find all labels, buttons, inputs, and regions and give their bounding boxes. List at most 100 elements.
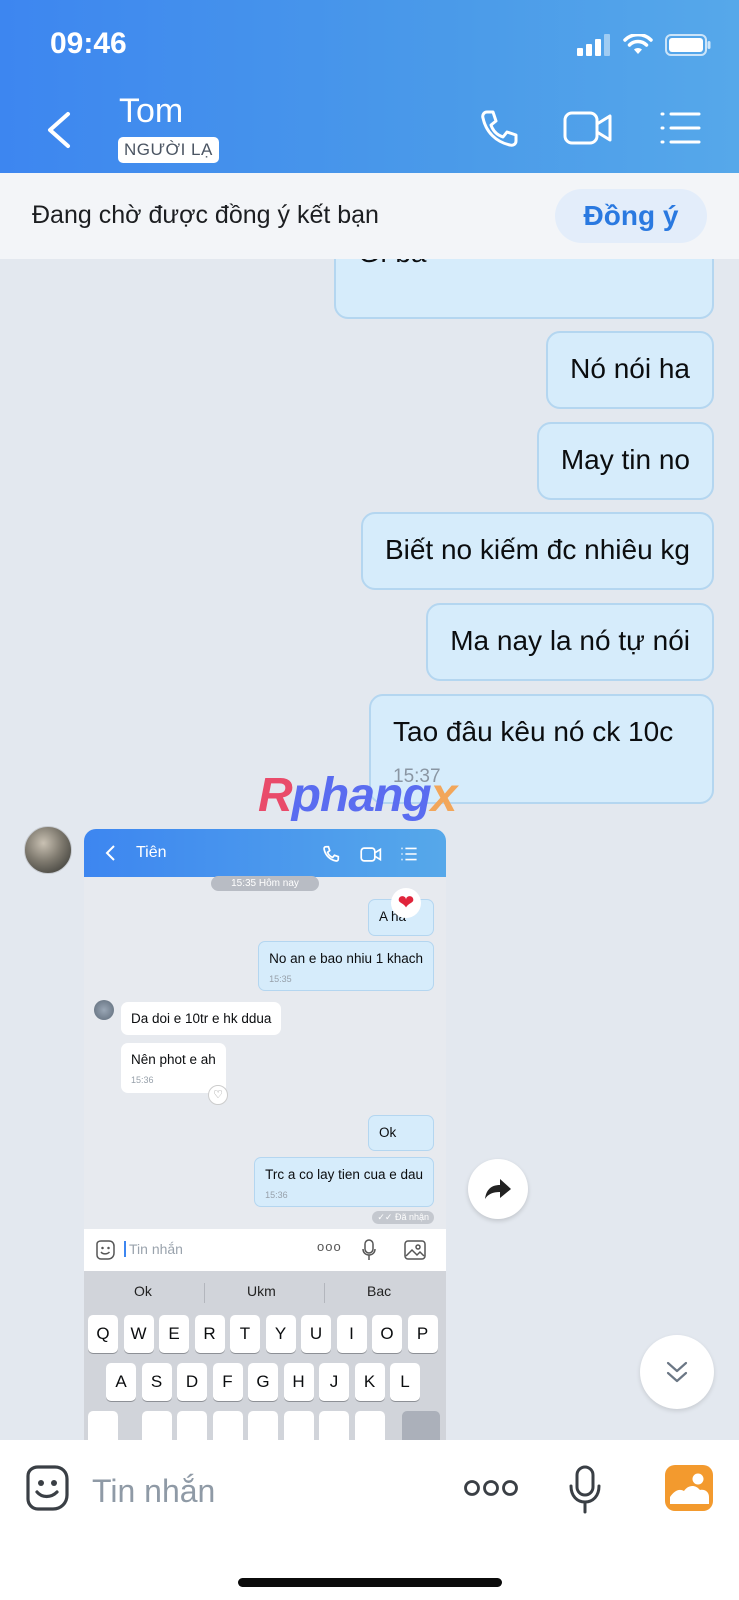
image-key xyxy=(141,1411,172,1440)
double-chevron-down-icon xyxy=(666,1361,688,1383)
message-bubble[interactable]: Biết no kiếm đc nhiêu kg xyxy=(360,512,714,590)
message-input[interactable] xyxy=(92,1468,432,1514)
image-key: A xyxy=(106,1363,136,1401)
sender-avatar[interactable] xyxy=(24,826,72,874)
image-key: S xyxy=(141,1363,172,1401)
watermark-part: R xyxy=(258,769,293,822)
shared-image[interactable]: Tiên 15:35 Hôm nay A hả ❤ No an e bao nh… xyxy=(84,829,446,1440)
message-input-bar xyxy=(0,1440,739,1600)
image-gallery-icon xyxy=(665,1465,713,1511)
scroll-to-bottom-button[interactable] xyxy=(640,1335,714,1409)
image-chat-header: Tiên xyxy=(84,829,446,877)
message-text: Biết no kiếm đc nhiêu kg xyxy=(384,534,690,565)
message-text: Nó nói ha xyxy=(570,353,690,384)
chevron-left-icon xyxy=(48,112,70,148)
stranger-badge: NGƯỜI LẠ xyxy=(118,137,219,163)
image-key xyxy=(283,1411,314,1440)
image-message-time: 15:36 xyxy=(131,1075,154,1085)
image-gallery-icon xyxy=(404,1240,426,1260)
video-call-button[interactable] xyxy=(563,108,613,148)
image-key: E xyxy=(159,1315,189,1353)
more-dots-icon xyxy=(464,1480,518,1496)
message-text: May tin no xyxy=(560,444,690,475)
image-key: D xyxy=(177,1363,207,1401)
image-key: P xyxy=(407,1315,438,1353)
image-message: Nên phot e ah 15:36 xyxy=(121,1043,226,1093)
image-key: I xyxy=(336,1315,367,1353)
chat-options-button[interactable] xyxy=(658,108,702,148)
accept-friend-button[interactable]: Đồng ý xyxy=(555,189,707,243)
friend-request-text: Đang chờ được đồng ý kết bạn xyxy=(32,201,379,229)
phone-call-button[interactable] xyxy=(478,108,520,150)
image-message: Da doi e 10tr e hk ddua xyxy=(121,1002,282,1035)
status-icons xyxy=(577,34,711,56)
phone-icon xyxy=(323,845,340,862)
heart-reaction-icon: ❤ xyxy=(391,888,421,918)
message-text: Ma nay la nó tự nói xyxy=(450,625,690,656)
image-message-text: No an e bao nhiu 1 khach xyxy=(269,951,423,966)
image-key xyxy=(212,1411,243,1440)
watermark-part: x xyxy=(430,769,458,822)
message-text: Gì ba xyxy=(358,259,426,269)
message-bubble[interactable]: Gì ba xyxy=(334,259,714,319)
image-input-bar: Tin nhắn ooo xyxy=(84,1229,446,1271)
image-key: K xyxy=(354,1363,385,1401)
image-message-time: 15:35 xyxy=(269,974,292,984)
image-received-status: ✓✓ Đã nhận xyxy=(372,1211,434,1224)
list-menu-icon xyxy=(401,847,417,861)
video-camera-icon xyxy=(563,111,599,145)
image-message: Ok xyxy=(368,1115,434,1151)
image-key xyxy=(88,1411,118,1440)
image-keyboard: Ok Ukm Bac Q W E R T Y U I O P A S D F G… xyxy=(84,1271,446,1440)
image-suggestion: Ukm xyxy=(247,1283,276,1299)
more-dots-icon: ooo xyxy=(317,1239,342,1254)
image-key xyxy=(248,1411,278,1440)
image-message-time: 15:36 xyxy=(265,1190,288,1200)
image-key: L xyxy=(390,1363,420,1401)
image-key: H xyxy=(283,1363,314,1401)
sticker-button[interactable] xyxy=(24,1464,70,1512)
image-key: T xyxy=(230,1315,260,1353)
friend-request-bar: Đang chờ được đồng ý kết bạn Đồng ý xyxy=(0,173,739,259)
image-key: U xyxy=(301,1315,331,1353)
battery-icon xyxy=(665,34,711,56)
image-key xyxy=(402,1411,440,1440)
image-suggestion: Bac xyxy=(367,1283,392,1299)
more-options-button[interactable] xyxy=(464,1478,518,1498)
image-message-text: Trc a co lay tien cua e dau xyxy=(265,1167,423,1182)
image-suggestion: Ok xyxy=(134,1283,152,1299)
watermark-part: phang xyxy=(291,769,432,822)
send-image-button[interactable] xyxy=(664,1464,714,1512)
image-key: R xyxy=(194,1315,225,1353)
microphone-icon xyxy=(362,1239,376,1260)
status-time: 09:46 xyxy=(50,27,127,60)
back-button[interactable] xyxy=(40,108,80,152)
message-bubble[interactable]: May tin no xyxy=(536,422,714,500)
chevron-left-icon xyxy=(105,845,115,861)
sticker-smile-icon xyxy=(26,1465,69,1511)
watermark: Rphangx xyxy=(258,768,458,823)
image-key: F xyxy=(212,1363,243,1401)
image-contact-name: Tiên xyxy=(136,844,167,861)
image-key: O xyxy=(372,1315,402,1353)
voice-message-button[interactable] xyxy=(568,1464,602,1516)
image-key: G xyxy=(248,1363,278,1401)
video-camera-icon xyxy=(360,847,382,862)
microphone-icon xyxy=(569,1465,601,1514)
image-message-text: Da doi e 10tr e hk ddua xyxy=(131,1011,272,1026)
chat-messages[interactable]: Gì ba Nó nói ha May tin no Biết no kiếm … xyxy=(0,259,739,1440)
image-input-placeholder: Tin nhắn xyxy=(124,1241,183,1257)
image-key: Y xyxy=(265,1315,296,1353)
image-key xyxy=(354,1411,385,1440)
message-bubble[interactable]: Ma nay la nó tự nói xyxy=(426,603,714,681)
phone-icon xyxy=(481,110,518,147)
contact-name[interactable]: Tom xyxy=(119,92,183,131)
image-date-chip: 15:35 Hôm nay xyxy=(211,876,319,891)
message-bubble[interactable]: Nó nói ha xyxy=(546,331,714,409)
home-indicator[interactable] xyxy=(238,1578,502,1587)
message-text: Tao đâu kêu nó ck 10c xyxy=(393,716,674,747)
image-status-text: Đã nhận xyxy=(394,1212,429,1222)
image-key: W xyxy=(123,1315,154,1353)
image-key xyxy=(177,1411,207,1440)
forward-button[interactable] xyxy=(468,1159,528,1219)
